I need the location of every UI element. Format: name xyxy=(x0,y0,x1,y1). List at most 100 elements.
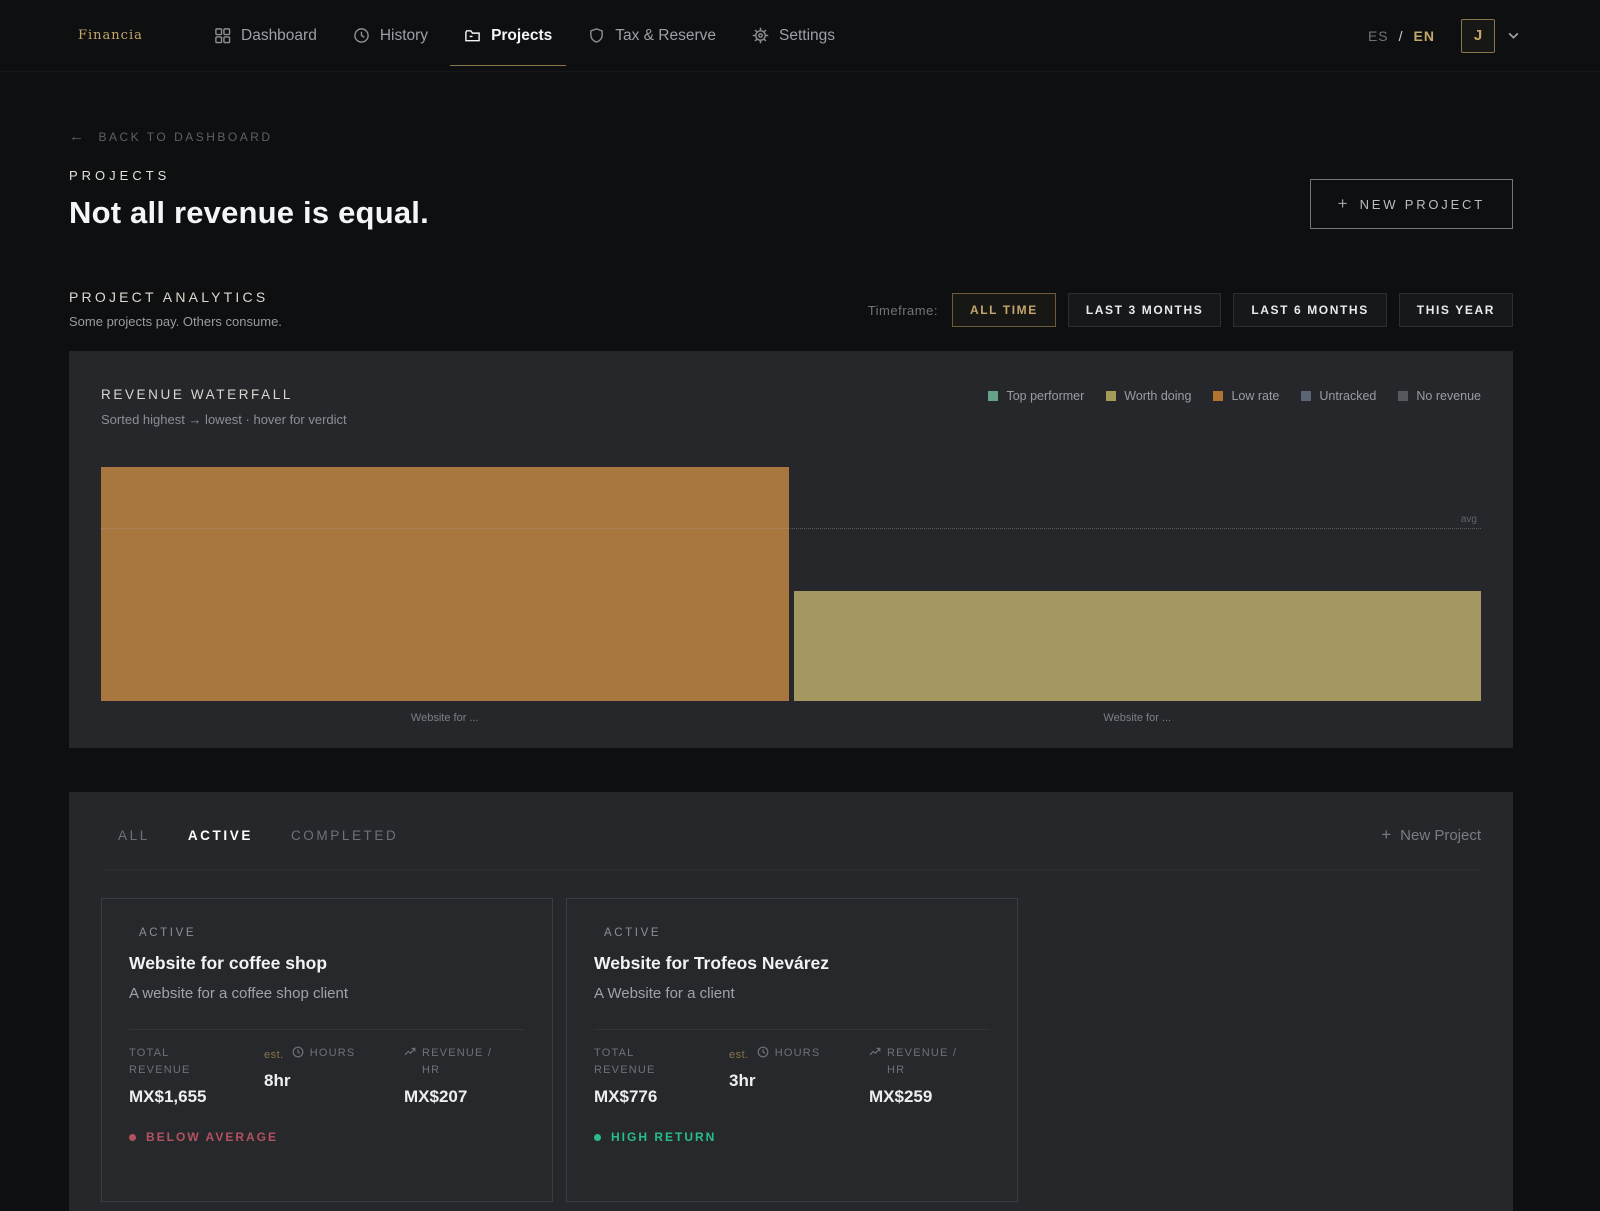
waterfall-bars xyxy=(101,467,1481,701)
nav-item-settings[interactable]: Settings xyxy=(752,27,835,45)
timeframe-label: Timeframe: xyxy=(868,303,938,318)
total-revenue-label: TOTAL REVENUE xyxy=(594,1045,686,1078)
tab-all[interactable]: ALL xyxy=(118,828,150,843)
plus-icon: + xyxy=(1338,194,1348,214)
card-status: ACTIVE xyxy=(129,927,525,939)
shield-icon xyxy=(588,27,605,44)
new-project-link[interactable]: + New Project xyxy=(1381,825,1481,845)
waterfall-bar[interactable] xyxy=(101,467,789,701)
project-description: A website for a coffee shop client xyxy=(129,985,525,1002)
tab-completed[interactable]: COMPLETED xyxy=(291,828,398,843)
legend-swatch xyxy=(1398,391,1408,401)
legend-label: Low rate xyxy=(1231,389,1279,403)
project-cards: ACTIVE Website for coffee shop A website… xyxy=(101,898,1481,1202)
analytics-title: PROJECT ANALYTICS xyxy=(69,289,282,305)
estimate-tag: est. xyxy=(729,1047,749,1064)
rate-value: MX$259 xyxy=(869,1087,990,1107)
estimate-tag: est. xyxy=(264,1047,284,1064)
card-divider xyxy=(594,1029,990,1030)
page-eyebrow: PROJECTS xyxy=(69,168,429,183)
timeframe-buttons: ALL TIME LAST 3 MONTHS LAST 6 MONTHS THIS Y… xyxy=(952,293,1513,327)
revenue-waterfall-panel: REVENUE WATERFALL Sorted highest → lowes… xyxy=(69,351,1513,748)
chart-subtitle: Sorted highest → lowest · hover for verd… xyxy=(101,412,347,427)
lang-separator: / xyxy=(1399,28,1404,44)
nav-item-label: Projects xyxy=(491,27,552,45)
total-revenue-label: TOTAL REVENUE xyxy=(129,1045,221,1078)
waterfall-plot: avg xyxy=(101,467,1481,701)
timeframe-button-last-3-months[interactable]: LAST 3 MONTHS xyxy=(1068,293,1221,327)
folder-icon xyxy=(464,27,481,44)
language-toggle: ES / EN xyxy=(1368,28,1435,44)
legend-label: Top performer xyxy=(1006,389,1084,403)
project-description: A Website for a client xyxy=(594,985,990,1002)
project-card[interactable]: ACTIVE Website for Trofeos Nevárez A Web… xyxy=(566,898,1018,1202)
plus-icon: + xyxy=(1381,825,1391,845)
avg-line-label: avg xyxy=(1461,514,1477,525)
waterfall-bar-label: Website for ... xyxy=(794,712,1482,724)
back-to-dashboard-link[interactable]: ← BACK TO DASHBOARD xyxy=(69,128,273,145)
lang-en[interactable]: EN xyxy=(1414,28,1435,44)
verdict-label: BELOW AVERAGE xyxy=(146,1130,278,1144)
project-verdict: BELOW AVERAGE xyxy=(129,1130,525,1144)
timeframe-button-all-time[interactable]: ALL TIME xyxy=(952,293,1056,327)
analytics-header: PROJECT ANALYTICS Some projects pay. Oth… xyxy=(69,289,1513,329)
stat-total-revenue: TOTAL REVENUE MX$776 xyxy=(594,1045,729,1107)
new-project-button-label: NEW PROJECT xyxy=(1360,197,1485,212)
hours-value: 3hr xyxy=(729,1071,869,1091)
gear-icon xyxy=(752,27,769,44)
project-card[interactable]: ACTIVE Website for coffee shop A website… xyxy=(101,898,553,1202)
legend-label: No revenue xyxy=(1416,389,1481,403)
legend-swatch xyxy=(1213,391,1223,401)
nav-item-label: Tax & Reserve xyxy=(615,27,716,45)
legend-label: Worth doing xyxy=(1124,389,1191,403)
total-revenue-value: MX$776 xyxy=(594,1087,729,1107)
nav-item-dashboard[interactable]: Dashboard xyxy=(214,27,317,45)
legend-swatch xyxy=(1106,391,1116,401)
nav-item-label: Dashboard xyxy=(241,27,317,45)
lang-es[interactable]: ES xyxy=(1368,28,1389,44)
legend-swatch xyxy=(1301,391,1311,401)
nav-item-projects[interactable]: Projects xyxy=(464,27,552,45)
card-divider xyxy=(129,1029,525,1030)
page-header: PROJECTS Not all revenue is equal. + NEW… xyxy=(69,146,1513,231)
nav-item-tax-reserve[interactable]: Tax & Reserve xyxy=(588,27,716,45)
waterfall-bar[interactable] xyxy=(794,591,1482,701)
card-status: ACTIVE xyxy=(594,927,990,939)
project-title: Website for coffee shop xyxy=(129,953,525,974)
top-nav: Financia Dashboard History xyxy=(0,0,1600,72)
rate-label: REVENUE / HR xyxy=(422,1045,514,1078)
avg-line: avg xyxy=(101,528,1481,529)
nav-items: Dashboard History Projects xyxy=(214,27,835,45)
app-logo: Financia xyxy=(78,28,158,43)
timeframe-button-last-6-months[interactable]: LAST 6 MONTHS xyxy=(1233,293,1386,327)
project-stats: TOTAL REVENUE MX$1,655 est. HOURS xyxy=(129,1045,525,1107)
stat-hours: est. HOURS 3hr xyxy=(729,1045,869,1107)
tab-active[interactable]: ACTIVE xyxy=(188,828,253,843)
timeframe-button-this-year[interactable]: THIS YEAR xyxy=(1399,293,1513,327)
project-stats: TOTAL REVENUE MX$776 est. HOURS xyxy=(594,1045,990,1107)
legend-swatch xyxy=(988,391,998,401)
trend-up-icon xyxy=(404,1046,416,1058)
total-revenue-value: MX$1,655 xyxy=(129,1087,264,1107)
clock-icon xyxy=(757,1046,769,1058)
nav-item-history[interactable]: History xyxy=(353,27,428,45)
rate-label: REVENUE / HR xyxy=(887,1045,979,1078)
chevron-down-icon[interactable] xyxy=(1507,29,1520,42)
trend-up-icon xyxy=(869,1046,881,1058)
legend-item: Top performer xyxy=(988,389,1084,403)
legend-item: No revenue xyxy=(1398,389,1481,403)
user-avatar[interactable]: J xyxy=(1461,19,1495,53)
back-link-label: BACK TO DASHBOARD xyxy=(99,130,273,144)
project-title: Website for Trofeos Nevárez xyxy=(594,953,990,974)
grid-icon xyxy=(214,27,231,44)
nav-item-label: History xyxy=(380,27,428,45)
stat-revenue-per-hr: REVENUE / HR MX$207 xyxy=(404,1045,525,1107)
analytics-subtitle: Some projects pay. Others consume. xyxy=(69,314,282,329)
clock-icon xyxy=(353,27,370,44)
stat-revenue-per-hr: REVENUE / HR MX$259 xyxy=(869,1045,990,1107)
status-label: ACTIVE xyxy=(139,927,196,939)
waterfall-bar-label: Website for ... xyxy=(101,712,789,724)
new-project-link-label: New Project xyxy=(1400,827,1481,844)
projects-list-panel: ALL ACTIVE COMPLETED + New Project ACTIVE … xyxy=(69,792,1513,1211)
new-project-button[interactable]: + NEW PROJECT xyxy=(1310,179,1513,229)
